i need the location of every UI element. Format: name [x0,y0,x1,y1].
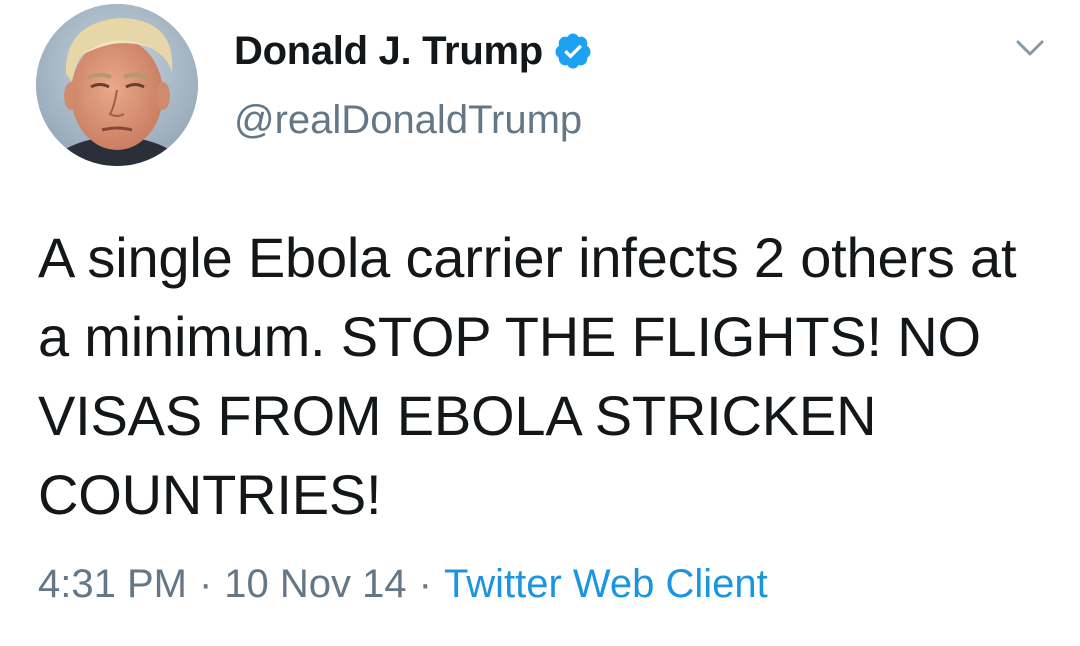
meta-separator: · [418,562,432,606]
chevron-down-icon[interactable] [1010,30,1050,66]
tweet-time[interactable]: 4:31 PM [38,562,187,607]
meta-separator: · [198,562,213,606]
display-name[interactable]: Donald J. Trump [234,29,543,74]
tweet-meta: 4:31 PM · 10 Nov 14 · Twitter Web Client [38,562,768,607]
author-row: Donald J. Trump [234,24,593,78]
avatar[interactable] [36,4,198,166]
handle[interactable]: @realDonaldTrump [234,98,582,143]
avatar-portrait [36,4,198,166]
tweet-source-link[interactable]: Twitter Web Client [444,562,768,607]
verified-badge-icon [555,33,591,69]
tweet-text: A single Ebola carrier infects 2 others … [38,226,1017,526]
tweet-card: Donald J. Trump @realDonaldTrump A singl… [0,0,1080,646]
tweet-date[interactable]: 10 Nov 14 [224,562,406,607]
